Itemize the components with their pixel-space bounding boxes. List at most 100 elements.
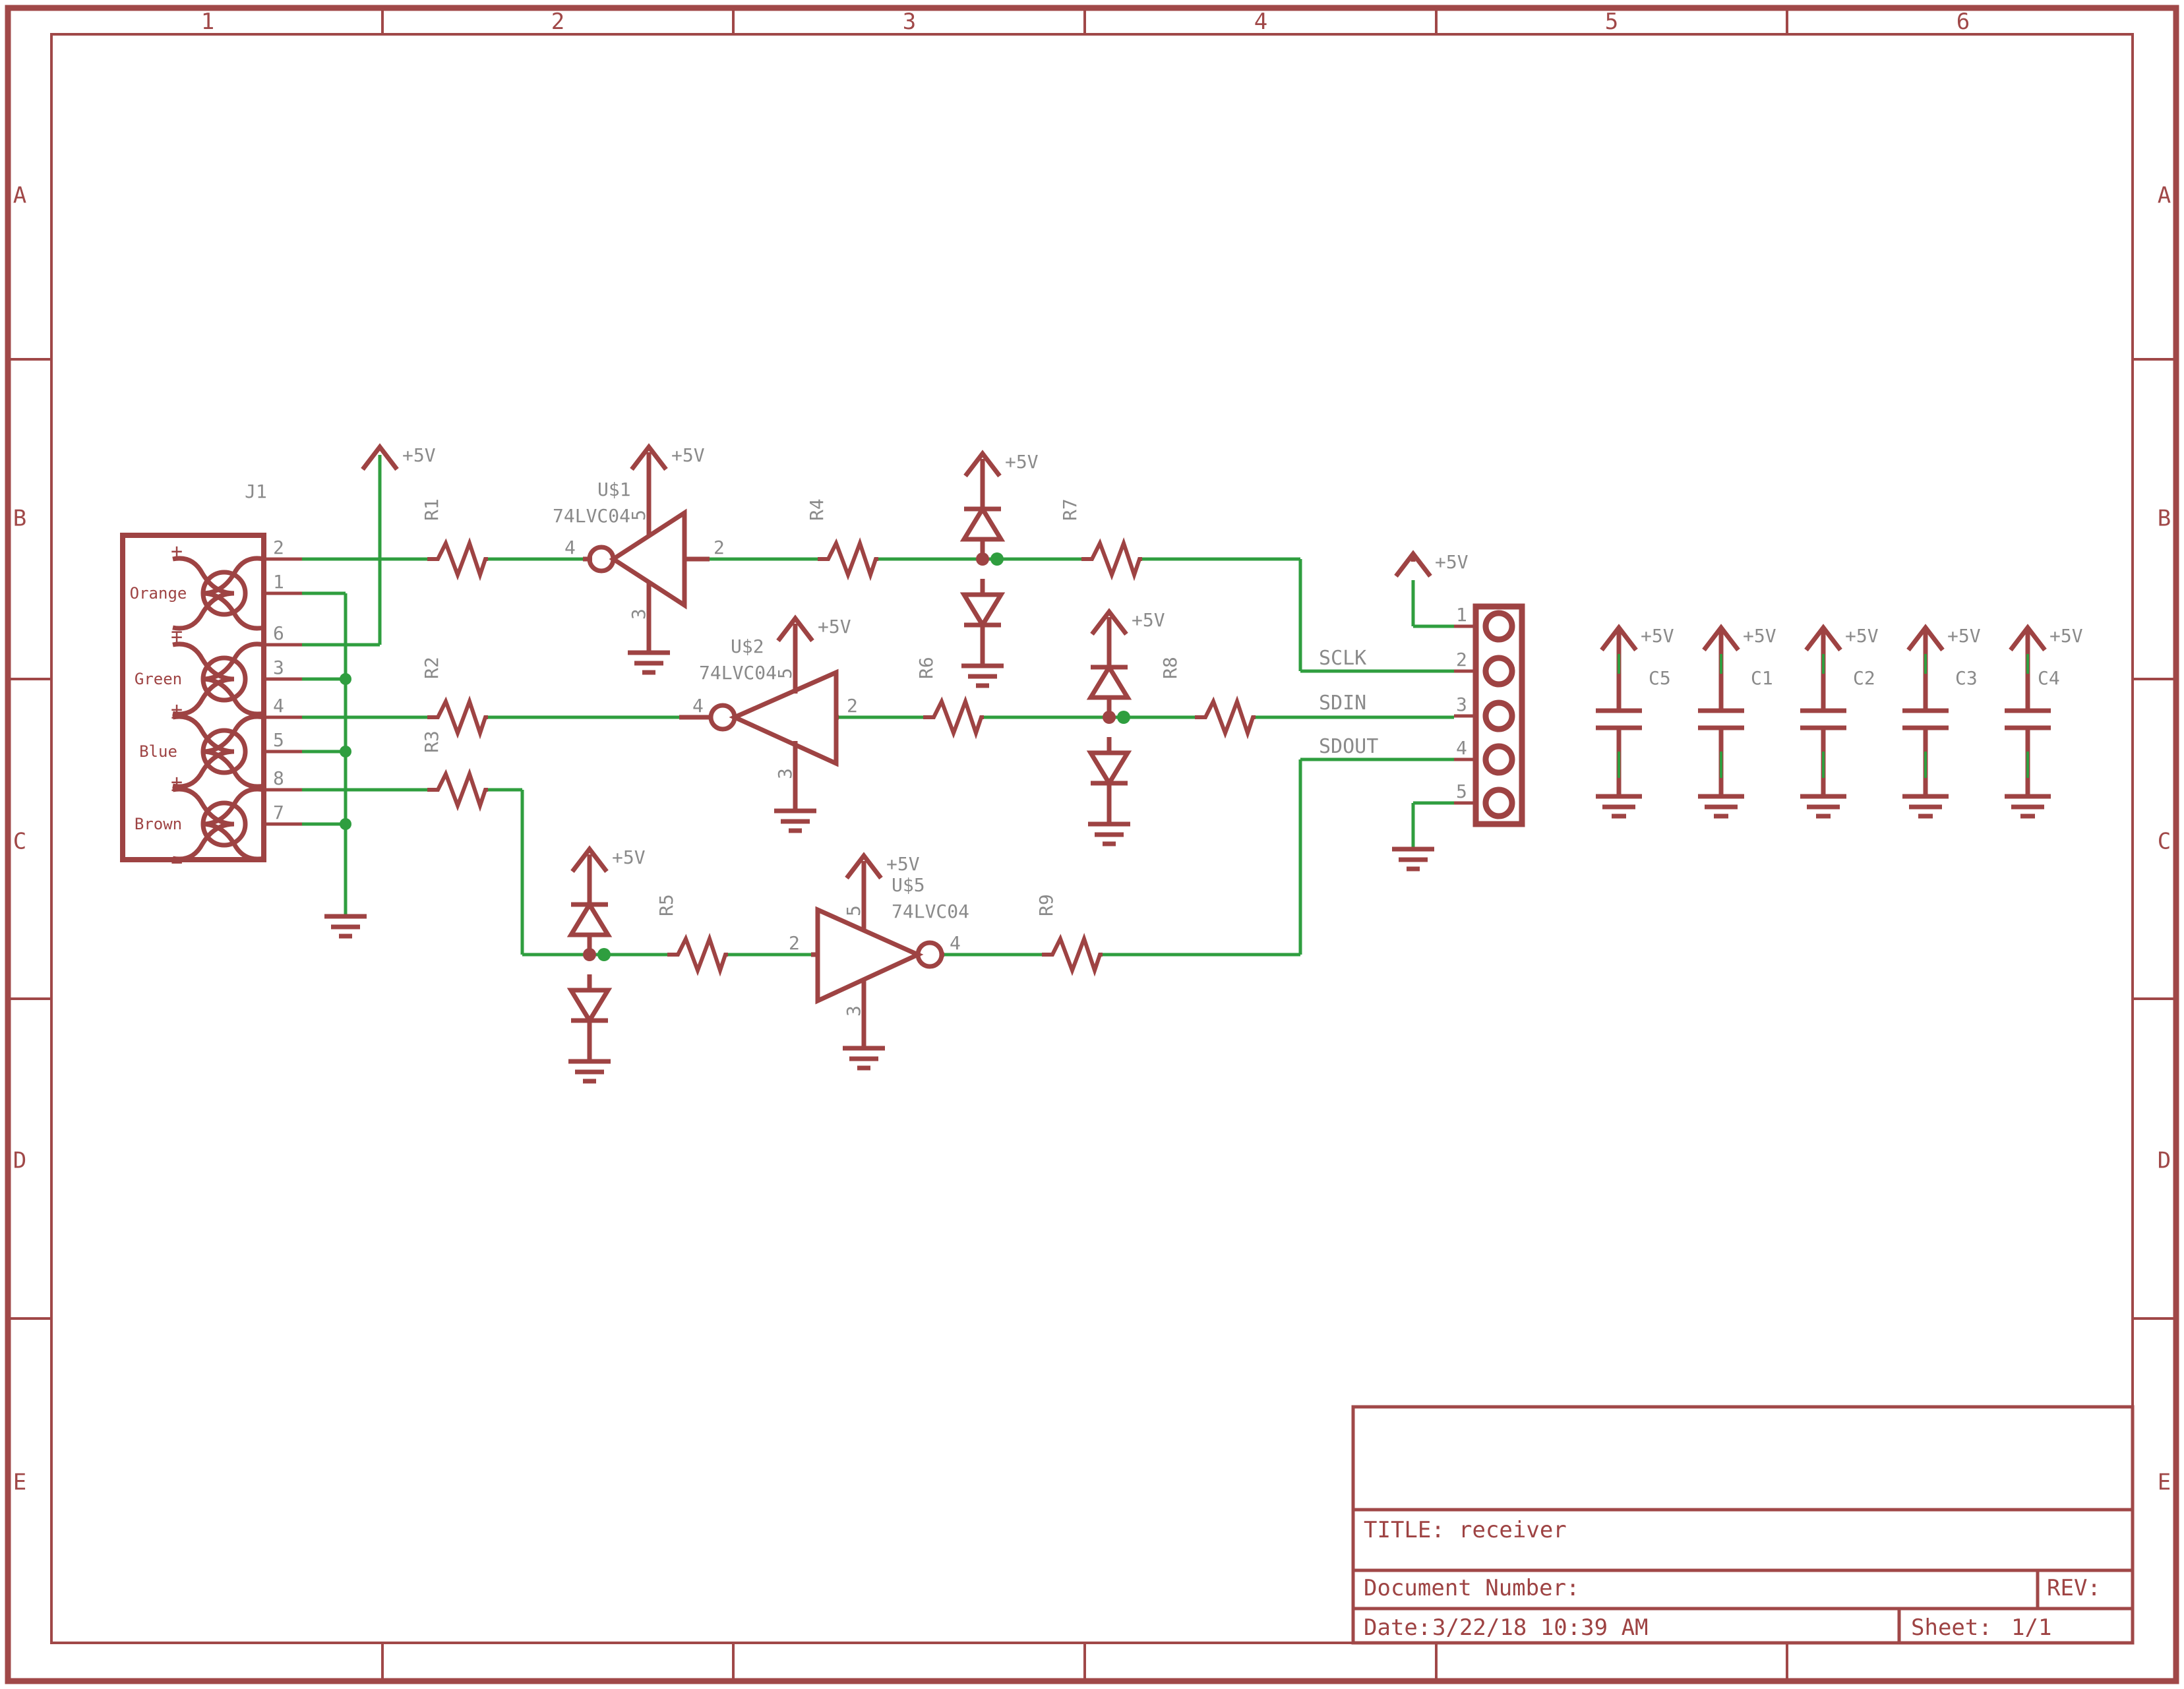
frame-row-d-right: D [2158, 1148, 2171, 1174]
j1-ref-label: J1 [245, 481, 267, 502]
c3-vcc-label: +5V [1947, 625, 1981, 647]
net-label-sclk: SCLK [1319, 647, 1366, 670]
net-label-sdin: SDIN [1319, 692, 1366, 715]
frame-col-5: 5 [1605, 9, 1618, 35]
c2-vcc-label: +5V [1845, 625, 1879, 647]
svg-text:−: − [171, 851, 183, 874]
label-r6: R6 [915, 657, 937, 679]
label-r7: R7 [1059, 498, 1081, 521]
frame-col-3: 3 [903, 9, 916, 35]
c2-ref: C2 [1853, 667, 1875, 689]
u1-part: 74LVC04 [553, 505, 630, 527]
u2-pin-out: 2 [847, 695, 858, 717]
header-pin-2: 2 [1456, 649, 1467, 670]
u5-part: 74LVC04 [892, 901, 969, 922]
u1-pin-vcc: 5 [628, 510, 650, 521]
u5-ref: U$5 [892, 874, 925, 896]
schematic-canvas: 1 2 3 4 5 6 A B C D E A B C D E J1 +− +−… [0, 0, 2184, 1689]
u2-vcc-label: +5V [818, 616, 851, 637]
u2-pin-gnd: 3 [774, 768, 796, 779]
j1-pin-8: 8 [273, 767, 284, 789]
junction-clamp1 [990, 552, 1004, 566]
title-label: TITLE: [1364, 1517, 1445, 1543]
c3-ref: C3 [1955, 667, 1978, 689]
c1-vcc-label: +5V [1743, 625, 1776, 647]
svg-text:+: + [171, 771, 183, 794]
header-pin-4: 4 [1456, 737, 1467, 759]
frame-row-a-left: A [13, 183, 26, 209]
u1-pin-out: 2 [713, 537, 725, 558]
j1-pin-4: 4 [273, 695, 284, 717]
title-value[interactable]: receiver [1459, 1517, 1567, 1543]
c5-vcc-label: +5V [1641, 625, 1674, 647]
u5-pin-out: 4 [950, 932, 961, 954]
u2-pin-in: 4 [692, 695, 704, 717]
junction-clamp2 [1117, 711, 1130, 724]
clamp1-vcc-label: +5V [1005, 451, 1039, 473]
frame-row-d-left: D [13, 1148, 26, 1174]
c4-ref: C4 [2038, 667, 2060, 689]
j1-pin-3: 3 [273, 657, 284, 678]
label-r3: R3 [421, 730, 442, 753]
u1-pin-gnd: 3 [628, 608, 650, 620]
c1-ref: C1 [1751, 667, 1773, 689]
frame-row-e-right: E [2158, 1469, 2171, 1496]
j1-pin-6: 6 [273, 622, 284, 644]
label-r2: R2 [421, 657, 442, 679]
frame-row-a-right: A [2158, 183, 2171, 209]
header-pin-3: 3 [1456, 694, 1467, 715]
u5-pin-gnd: 3 [843, 1005, 864, 1017]
rev-label: REV: [2047, 1575, 2101, 1601]
j1-pair-label-green: Green [135, 670, 182, 688]
frame-col-1: 1 [201, 9, 214, 35]
header-vcc-label: +5V [1435, 551, 1469, 573]
label-r4: R4 [806, 498, 828, 521]
junction-j1-pin3 [340, 673, 351, 685]
u1-vcc-label: +5V [671, 444, 705, 466]
u5-pin-in: 2 [789, 932, 800, 954]
schematic-sheet: 1 2 3 4 5 6 A B C D E A B C D E J1 + − +… [0, 0, 2184, 1689]
frame-col-2: 2 [551, 9, 564, 35]
u5-vcc-label: +5V [886, 853, 920, 875]
j1-pin-2: 2 [273, 537, 284, 558]
u1-pin-in: 4 [564, 537, 576, 558]
u2-pin-vcc: 5 [774, 668, 796, 679]
label-r1: R1 [421, 498, 442, 521]
u2-part: 74LVC04 [699, 662, 777, 684]
svg-text:+: + [171, 698, 183, 721]
header-pin-1: 1 [1456, 604, 1467, 626]
doc-num-label: Document Number: [1364, 1575, 1580, 1601]
frame-row-b-left: B [13, 506, 26, 532]
j1-pair-label-brown: Brown [135, 815, 182, 833]
label-r9: R9 [1035, 894, 1057, 916]
sheet-label: Sheet: [1911, 1615, 1992, 1641]
clamp2-vcc-label: +5V [1132, 609, 1165, 631]
j1-pair-label-blue: Blue [139, 742, 177, 761]
frame-row-c-right: C [2158, 829, 2171, 855]
frame-row-c-left: C [13, 829, 26, 855]
u1-ref: U$1 [597, 479, 631, 500]
svg-text:+: + [171, 626, 183, 649]
label-r5: R5 [655, 894, 677, 916]
u2-ref: U$2 [731, 636, 764, 657]
clamp3-vcc-label: +5V [612, 846, 646, 868]
sheet-background [0, 0, 2184, 1689]
j1-pin-1: 1 [273, 571, 284, 593]
c4-vcc-label: +5V [2049, 625, 2083, 647]
junction-clamp3 [597, 948, 611, 961]
c5-ref: C5 [1649, 667, 1671, 689]
date-value: 3/22/18 10:39 AM [1432, 1615, 1649, 1641]
frame-col-6: 6 [1957, 9, 1970, 35]
date-label: Date: [1364, 1615, 1431, 1641]
j1-pair-label-orange: Orange [130, 584, 187, 603]
header-pin-5: 5 [1456, 781, 1467, 802]
junction-j1-pin7 [340, 818, 351, 830]
j1-pin-5: 5 [273, 729, 284, 751]
net-label-sdout: SDOUT [1319, 735, 1378, 758]
frame-row-b-right: B [2158, 506, 2171, 532]
sheet-value: 1/1 [2011, 1615, 2051, 1641]
j1-pin-7: 7 [273, 802, 284, 823]
junction-j1-pin5 [340, 746, 351, 757]
u5-pin-vcc: 5 [843, 905, 864, 916]
svg-text:+: + [171, 540, 183, 563]
